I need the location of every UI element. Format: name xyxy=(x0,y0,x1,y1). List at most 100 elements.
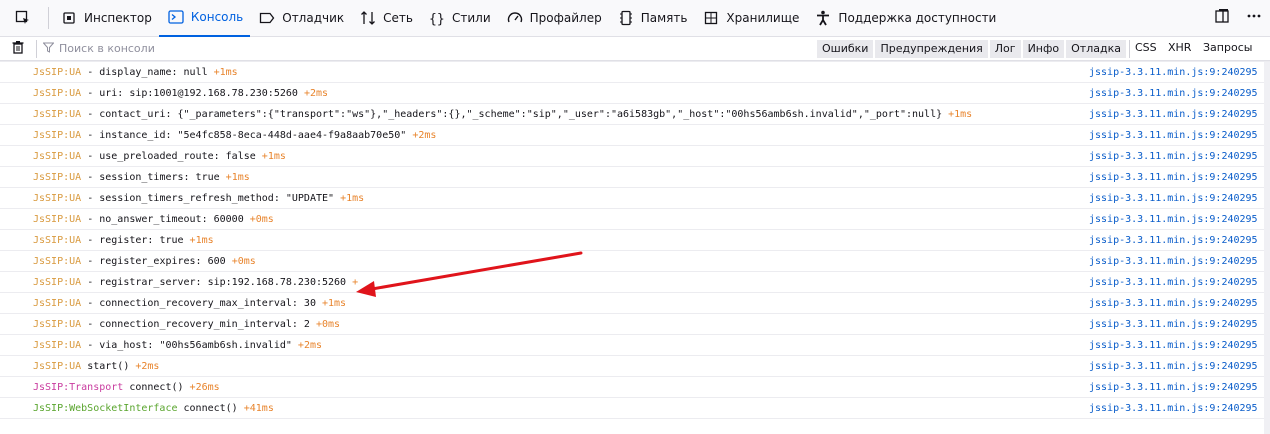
tab-label: Сеть xyxy=(383,11,413,25)
trash-icon xyxy=(11,40,25,57)
console-row: JsSIP:UA - via_host: "00hs56amb6sh.inval… xyxy=(0,335,1270,356)
log-message: JsSIP:UA start() +2ms xyxy=(33,361,159,372)
tab-storage[interactable]: Хранилище xyxy=(694,0,806,37)
storage-icon xyxy=(701,8,721,28)
source-link[interactable]: jssip-3.3.11.min.js:9:240295 xyxy=(1089,193,1258,204)
source-link[interactable]: jssip-3.3.11.min.js:9:240295 xyxy=(1089,130,1258,141)
console-search-input[interactable]: Поиск в консоли xyxy=(42,42,155,56)
source-link[interactable]: jssip-3.3.11.min.js:9:240295 xyxy=(1089,382,1258,393)
log-namespace: JsSIP:UA xyxy=(33,66,82,78)
log-message: JsSIP:UA - register_expires: 600 +0ms xyxy=(33,256,256,267)
log-message: JsSIP:UA - connection_recovery_min_inter… xyxy=(33,319,340,330)
log-delta: +2ms xyxy=(297,339,323,351)
log-namespace: JsSIP:UA xyxy=(33,318,82,330)
source-link[interactable]: jssip-3.3.11.min.js:9:240295 xyxy=(1089,214,1258,225)
log-delta: +1ms xyxy=(948,108,973,120)
console-row: JsSIP:UA - session_timers_refresh_method… xyxy=(0,188,1270,209)
source-link[interactable]: jssip-3.3.11.min.js:9:240295 xyxy=(1089,88,1258,99)
filter-icon xyxy=(42,42,55,56)
log-message: JsSIP:WebSocketInterface connect() +41ms xyxy=(33,403,274,414)
log-delta: +1ms xyxy=(225,171,250,183)
console-icon xyxy=(166,7,186,27)
console-row: JsSIP:UA - session_timers: true +1ms jssi… xyxy=(0,167,1270,188)
filter-css-button[interactable]: CSS xyxy=(1135,41,1157,54)
filter-separator xyxy=(36,39,37,58)
element-picker-button[interactable] xyxy=(6,0,45,37)
element-picker-icon xyxy=(13,8,33,28)
source-link[interactable]: jssip-3.3.11.min.js:9:240295 xyxy=(1089,151,1258,162)
filter-requests-button[interactable]: Запросы xyxy=(1203,41,1252,54)
tab-debugger[interactable]: Отладчик xyxy=(250,0,351,37)
log-text: connect() xyxy=(123,381,190,393)
console-row: JsSIP:UA start() +2ms jssip-3.3.11.min.js… xyxy=(0,356,1270,377)
log-text: - instance_id: "5e4fc858-8eca-448d-aae4-… xyxy=(81,129,413,141)
log-namespace: JsSIP:UA xyxy=(33,87,82,99)
source-link[interactable]: jssip-3.3.11.min.js:9:240295 xyxy=(1089,361,1258,372)
log-namespace: JsSIP:UA xyxy=(33,150,82,162)
tab-profiler[interactable]: Профайлер xyxy=(498,0,609,37)
source-link[interactable]: jssip-3.3.11.min.js:9:240295 xyxy=(1089,319,1258,330)
log-delta: +0ms xyxy=(249,213,274,225)
tab-label: Консоль xyxy=(190,10,244,24)
network-icon xyxy=(358,8,378,28)
log-text: - via_host: "00hs56amb6sh.invalid" xyxy=(81,339,298,351)
console-row: JsSIP:WebSocketInterface connect() +41ms… xyxy=(0,398,1270,419)
source-link[interactable]: jssip-3.3.11.min.js:9:240295 xyxy=(1089,67,1258,78)
source-link[interactable]: jssip-3.3.11.min.js:9:240295 xyxy=(1089,235,1258,246)
source-link[interactable]: jssip-3.3.11.min.js:9:240295 xyxy=(1089,403,1258,414)
log-namespace: JsSIP:UA xyxy=(33,192,82,204)
log-delta: +2ms xyxy=(135,360,160,372)
log-namespace: JsSIP:UA xyxy=(33,171,82,183)
console-row: JsSIP:UA - register: true +1ms jssip-3.3.… xyxy=(0,230,1270,251)
log-message: JsSIP:UA - use_preloaded_route: false +1… xyxy=(33,151,286,162)
log-namespace: JsSIP:UA xyxy=(33,339,82,351)
log-message: JsSIP:UA - session_timers_refresh_method… xyxy=(33,193,364,204)
log-delta: +0ms xyxy=(315,318,341,330)
tab-console[interactable]: Консоль xyxy=(158,0,251,37)
log-delta: +1ms xyxy=(213,66,238,78)
more-options-icon[interactable] xyxy=(1246,8,1262,27)
source-link[interactable]: jssip-3.3.11.min.js:9:240295 xyxy=(1089,256,1258,267)
tab-accessibility[interactable]: Поддержка доступности xyxy=(806,0,1003,37)
log-text: - connection_recovery_max_interval: 30 xyxy=(81,297,322,309)
scrollbar[interactable] xyxy=(1264,62,1270,434)
log-message: JsSIP:UA - instance_id: "5e4fc858-8eca-4… xyxy=(33,130,436,141)
console-output: JsSIP:UA - display_name: null +1ms jssip-… xyxy=(0,62,1270,419)
log-delta: +1ms xyxy=(322,297,347,309)
dock-toggle-icon[interactable] xyxy=(1214,8,1230,27)
log-text: - uri: sip:1001@192.168.78.230:5260 xyxy=(81,87,304,99)
tab-label: Память xyxy=(640,11,688,25)
toolbar-separator xyxy=(48,7,49,29)
memory-icon xyxy=(616,8,636,28)
log-message: JsSIP:UA - display_name: null +1ms xyxy=(33,67,238,78)
filter-xhr-button[interactable]: XHR xyxy=(1168,41,1191,54)
log-namespace: JsSIP:UA xyxy=(33,213,82,225)
log-namespace: JsSIP:UA xyxy=(33,276,82,288)
console-row: JsSIP:UA - instance_id: "5e4fc858-8eca-4… xyxy=(0,125,1270,146)
tab-label: Стили xyxy=(451,11,491,25)
log-delta: +0ms xyxy=(231,255,256,267)
search-placeholder: Поиск в консоли xyxy=(59,42,155,55)
console-row: JsSIP:UA - connection_recovery_min_inter… xyxy=(0,314,1270,335)
tab-style-editor[interactable]: {} Стили xyxy=(420,0,498,37)
console-row: JsSIP:UA - contact_uri: {"_parameters":{… xyxy=(0,104,1270,125)
log-namespace: JsSIP:UA xyxy=(33,255,82,267)
style-editor-icon: {} xyxy=(427,8,447,28)
source-link[interactable]: jssip-3.3.11.min.js:9:240295 xyxy=(1089,109,1258,120)
source-link[interactable]: jssip-3.3.11.min.js:9:240295 xyxy=(1089,340,1258,351)
console-row: JsSIP:UA - registrar_server: sip:192.168… xyxy=(0,272,1270,293)
source-link[interactable]: jssip-3.3.11.min.js:9:240295 xyxy=(1089,172,1258,183)
log-message: JsSIP:UA - session_timers: true +1ms xyxy=(33,172,250,183)
tab-inspector[interactable]: Инспектор xyxy=(52,0,159,37)
tab-network[interactable]: Сеть xyxy=(351,0,420,37)
log-namespace: JsSIP:UA xyxy=(33,297,82,309)
tab-memory[interactable]: Память xyxy=(609,0,695,37)
source-link[interactable]: jssip-3.3.11.min.js:9:240295 xyxy=(1089,277,1258,288)
source-link[interactable]: jssip-3.3.11.min.js:9:240295 xyxy=(1089,298,1258,309)
log-delta: +1ms xyxy=(340,192,365,204)
log-delta: + xyxy=(352,276,359,288)
log-delta: +1ms xyxy=(261,150,286,162)
tab-label: Профайлер xyxy=(529,11,602,25)
log-text: - registrar_server: sip:192.168.78.230:5… xyxy=(81,276,353,288)
log-text: connect() xyxy=(177,402,244,414)
